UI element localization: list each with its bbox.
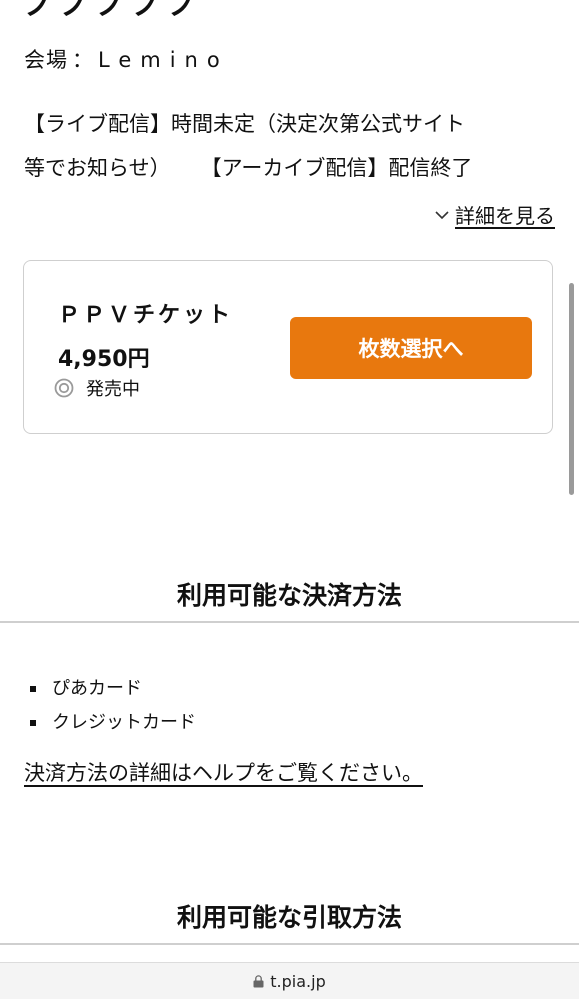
pickup-divider — [0, 943, 579, 945]
event-description: 【ライブ配信】時間未定（決定次第公式サイト 等でお知らせ） 【アーカイブ配信】配信… — [24, 102, 564, 190]
browser-url: t.pia.jp — [270, 971, 326, 991]
ticket-name: ＰＰＶチケット — [58, 303, 234, 328]
description-line-2a: 等でお知らせ） — [24, 156, 171, 180]
scrollbar[interactable] — [569, 283, 574, 495]
venue-separator: ： — [72, 48, 94, 72]
venue-line: 会場： Lemino — [24, 44, 229, 74]
payment-method-label: クレジットカード — [52, 712, 196, 733]
description-line-2: 等でお知らせ） 【アーカイブ配信】配信終了 — [24, 146, 564, 190]
details-link[interactable]: 詳細を見る — [435, 200, 555, 229]
pickup-section-title: 利用可能な引取方法 — [176, 903, 402, 932]
payment-help-link[interactable]: 決済方法の詳細はヘルプをご覧ください。 — [24, 757, 423, 787]
payment-divider — [0, 621, 579, 623]
ticket-status-label: 発売中 — [86, 379, 140, 400]
venue-name: Lemino — [98, 48, 229, 72]
payment-method-label: ぴあカード — [52, 678, 142, 699]
description-line-2b: 【アーカイブ配信】配信終了 — [200, 156, 473, 180]
double-circle-icon — [54, 378, 74, 398]
page: ノノノノノ 会場： Lemino 【ライブ配信】時間未定（決定次第公式サイト 等で… — [0, 0, 579, 999]
list-item: ぴあカード — [30, 672, 196, 706]
payment-method-list: ぴあカード クレジットカード — [30, 672, 196, 740]
details-link-label: 詳細を見る — [455, 204, 555, 228]
description-line-1: 【ライブ配信】時間未定（決定次第公式サイト — [24, 112, 465, 136]
ticket-status: 発売中 — [54, 375, 140, 401]
ticket-card: ＰＰＶチケット 4,950円 発売中 枚数選択へ — [23, 260, 553, 434]
venue-label: 会場 — [24, 48, 68, 72]
lock-icon — [253, 974, 264, 987]
bullet-icon — [30, 686, 36, 692]
browser-url-bar[interactable]: t.pia.jp — [0, 962, 579, 999]
list-item: クレジットカード — [30, 706, 196, 740]
ticket-price: 4,950円 — [58, 347, 150, 372]
chevron-down-icon — [435, 210, 449, 219]
payment-section-title: 利用可能な決済方法 — [176, 581, 402, 610]
select-quantity-button[interactable]: 枚数選択へ — [290, 317, 532, 379]
bullet-icon — [30, 720, 36, 726]
event-title-partial: ノノノノノ — [24, 0, 204, 23]
